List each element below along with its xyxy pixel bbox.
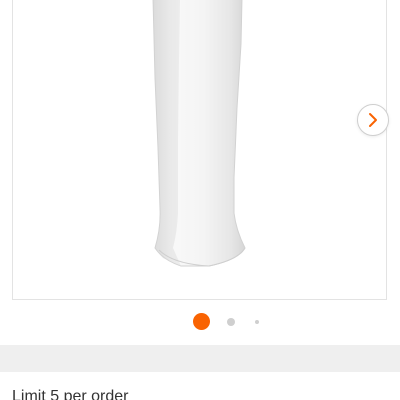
- product-image-gallery: [12, 0, 389, 300]
- product-page: Limit 5 per order: [0, 0, 400, 400]
- gallery-pagination-dots: [0, 313, 400, 331]
- purchase-limit-text: Limit 5 per order: [12, 388, 129, 400]
- chevron-right-icon: [369, 113, 377, 127]
- section-divider: [0, 345, 400, 372]
- pagination-dot[interactable]: [255, 320, 259, 324]
- pagination-dot-active[interactable]: [193, 313, 210, 330]
- pagination-dot[interactable]: [227, 318, 235, 326]
- product-image[interactable]: [13, 0, 388, 298]
- next-image-button[interactable]: [357, 104, 389, 136]
